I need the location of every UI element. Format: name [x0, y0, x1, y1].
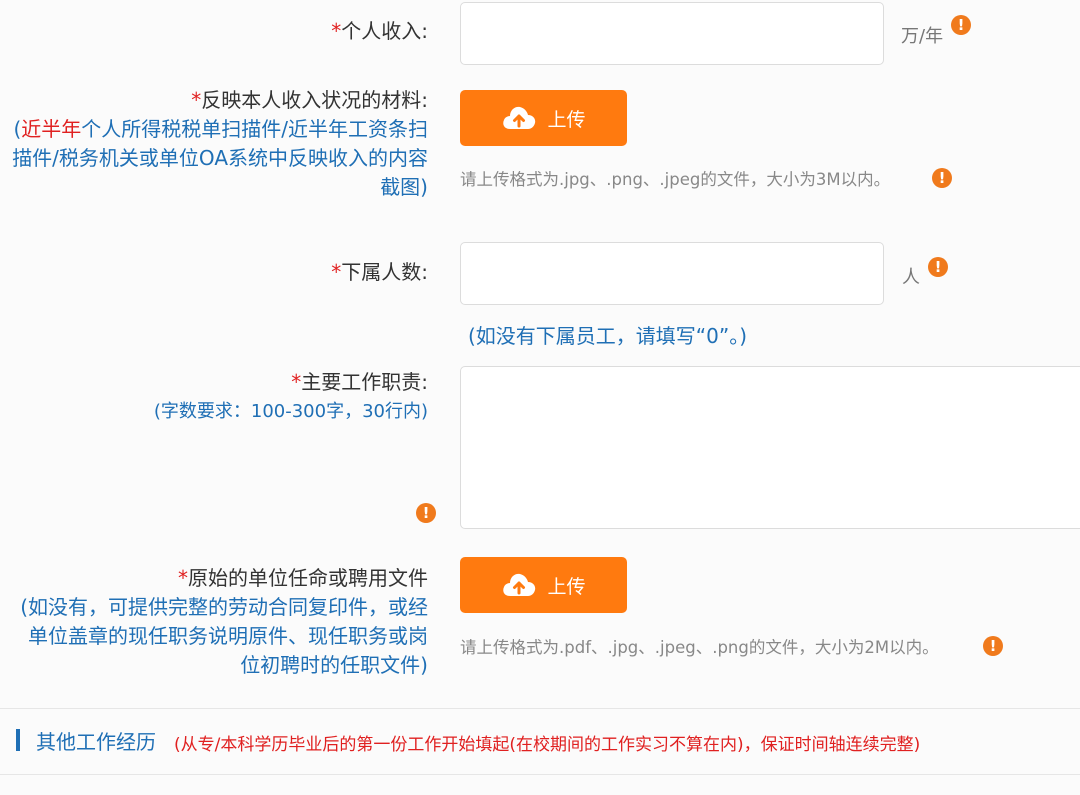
income-label: *个人收入: [331, 19, 428, 43]
section-note: (从专/本科学历毕业后的第一份工作开始填起(在校期间的工作实习不算在内)，保证时… [174, 735, 921, 755]
cloud-upload-icon [503, 106, 536, 129]
section-divider-top [0, 708, 1080, 709]
appointment-warning-icon: ! [983, 636, 1003, 656]
appointment-label: *原始的单位任命或聘用文件 (如没有，可提供完整的劳动合同复印件，或经 单位盖章… [20, 566, 428, 677]
appointment-upload-button[interactable]: 上传 [460, 557, 627, 613]
income-input[interactable] [460, 2, 884, 65]
income-unit: 万/年 [901, 26, 944, 47]
income-warning-icon: ! [951, 15, 971, 35]
subordinates-warning-icon: ! [928, 257, 948, 277]
income-material-hint: 请上传格式为.jpg、.png、.jpeg的文件，大小为3M以内。 [460, 170, 891, 189]
subordinates-input[interactable] [460, 242, 884, 305]
income-material-warning-icon: ! [932, 168, 952, 188]
subordinates-note: (如没有下属员工，请填写“0”。) [468, 324, 748, 348]
duties-textarea[interactable] [460, 366, 1080, 529]
income-material-upload-button[interactable]: 上传 [460, 90, 627, 146]
section-accent-bar [16, 729, 20, 751]
subordinates-label: *下属人数: [331, 260, 428, 284]
income-material-note: (近半年个人所得税税单扫描件/近半年工资条扫 [13, 117, 428, 141]
duties-warning-icon: ! [416, 503, 436, 523]
income-material-label: *反映本人收入状况的材料: (近半年个人所得税税单扫描件/近半年工资条扫 描件/… [12, 88, 428, 199]
section-title: 其他工作经历 [36, 730, 156, 754]
appointment-hint: 请上传格式为.pdf、.jpg、.jpeg、.png的文件，大小为2M以内。 [460, 638, 939, 657]
duties-label: *主要工作职责: (字数要求：100-300字，30行内) [153, 370, 428, 422]
cloud-upload-icon [503, 573, 536, 596]
section-divider-bottom [0, 774, 1080, 775]
subordinates-unit: 人 [902, 267, 920, 288]
